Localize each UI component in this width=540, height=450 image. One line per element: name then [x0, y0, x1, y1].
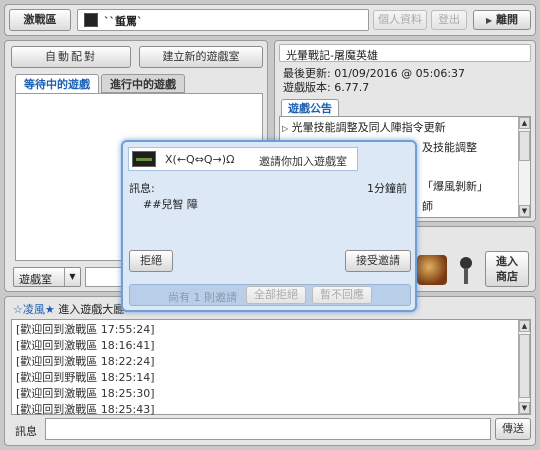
inviter-name: X(←Q⇔Q→)Ω [165, 153, 235, 166]
scroll-thumb[interactable] [519, 334, 530, 398]
room-select-label: 遊戲室 [19, 273, 52, 286]
chat-input[interactable] [45, 418, 491, 440]
scroll-thumb[interactable] [519, 131, 530, 161]
enter-shop-label-line1: 進入 [496, 255, 518, 268]
scroll-down-icon[interactable]: ▼ [519, 205, 530, 217]
reject-all-button[interactable]: 全部拒絕 [246, 286, 306, 304]
player-name-box: ``蜇罵` [77, 9, 369, 31]
notice-item-text: 師 [422, 200, 433, 213]
leave-arrow-icon: ▶ [486, 16, 493, 25]
version-value: 6.77.7 [334, 81, 370, 94]
zone-tab-label: 激戰區 [23, 13, 57, 26]
accept-invite-button[interactable]: 接受邀請 [345, 250, 411, 272]
chat-log-line: [歡迎回到激戰區 17:55:24] [16, 323, 155, 336]
last-update-value: 01/09/2016 @ 05:06:37 [334, 67, 466, 80]
scroll-up-icon[interactable]: ▲ [519, 117, 530, 129]
shop-item-box-icon[interactable] [417, 255, 447, 285]
version-label: 遊戲版本: [283, 81, 331, 94]
auto-match-button[interactable]: 自動配對 [11, 46, 131, 68]
player-name: ``蜇罵` [104, 15, 143, 28]
scroll-up-icon[interactable]: ▲ [519, 320, 530, 332]
notice-item[interactable]: 「爆風剝新」 [422, 178, 488, 194]
invite-header: X(←Q⇔Q→)Ω 邀請你加入遊戲室 [128, 147, 358, 171]
chevron-down-icon: ▼ [64, 268, 80, 286]
reject-button[interactable]: 拒絕 [129, 250, 173, 272]
chat-channel-text: 進入遊戲大廳 [58, 303, 125, 316]
send-button[interactable]: 傳送 [495, 418, 531, 440]
invite-text: 邀請你加入遊戲室 [259, 155, 347, 168]
version-row: 遊戲版本: 6.77.7 [283, 81, 369, 95]
enter-shop-label-line2: 商店 [496, 270, 518, 283]
scroll-down-icon[interactable]: ▼ [519, 402, 530, 414]
pending-invites-bar: 尚有 1 則邀請 全部拒絕 暫不回應 [129, 284, 411, 306]
zone-tab[interactable]: 激戰區 [9, 9, 71, 31]
ignore-button[interactable]: 暫不回應 [312, 286, 372, 304]
chat-log-line: [歡迎回到野戰區 18:25:14] [16, 371, 155, 384]
profile-button[interactable]: 個人資料 [373, 10, 427, 30]
notice-item-text: 及技能調整 [422, 141, 477, 154]
chat-log-line: [歡迎回到激戰區 18:25:30] [16, 387, 155, 400]
leave-button-label: 離開 [496, 13, 518, 26]
top-bar: 激戰區 ``蜇罵` 個人資料 登出 ▶ 離開 [4, 4, 536, 36]
chat-panel: ☆凌風★ 進入遊戲大廳 [歡迎回到激戰區 17:55:24] [歡迎回到激戰區 … [4, 296, 536, 446]
chat-log: [歡迎回到激戰區 17:55:24] [歡迎回到激戰區 18:16:41] [歡… [11, 319, 531, 416]
pending-invites-text: 尚有 1 則邀請 [168, 291, 237, 304]
chat-input-label: 訊息 [15, 425, 37, 438]
chat-log-line: [歡迎回到激戰區 18:25:43] [16, 403, 155, 416]
chat-channel-line: ☆凌風★ 進入遊戲大廳 [13, 301, 124, 317]
tab-running-games[interactable]: 進行中的遊戲 [101, 74, 185, 93]
enter-shop-button[interactable]: 進入 商店 [485, 251, 529, 287]
message-body: ##兒智 障 [143, 198, 198, 211]
tab-waiting-games[interactable]: 等待中的遊戲 [15, 74, 99, 94]
chat-scrollbar[interactable]: ▲ ▼ [518, 320, 530, 414]
message-label: 訊息: [129, 182, 155, 195]
last-update-label: 最後更新: [283, 67, 331, 80]
last-update-row: 最後更新: 01/09/2016 @ 05:06:37 [283, 67, 465, 81]
room-select[interactable]: 遊戲室 ▼ [13, 267, 81, 287]
chat-log-line: [歡迎回到激戰區 18:22:24] [16, 355, 155, 368]
notice-item[interactable]: 師 [422, 198, 433, 214]
chat-log-line: [歡迎回到激戰區 18:16:41] [16, 339, 155, 352]
time-ago: 1分鐘前 [367, 182, 407, 195]
invite-dialog: X(←Q⇔Q→)Ω 邀請你加入遊戲室 訊息: 1分鐘前 ##兒智 障 拒絕 接受… [121, 140, 417, 312]
leave-button[interactable]: ▶ 離開 [473, 10, 531, 30]
chat-channel-user: ☆凌風★ [13, 303, 55, 316]
game-title: 光暈戰記-屠魔英雄 [286, 49, 378, 62]
notice-item-text: 光暈技能調整及同人陣指令更新 [291, 121, 446, 134]
notice-item[interactable]: ▷ 光暈技能調整及同人陣指令更新 [282, 119, 446, 135]
create-room-button[interactable]: 建立新的遊戲室 [139, 46, 263, 68]
tab-notice[interactable]: 遊戲公告 [281, 99, 339, 117]
game-title-box: 光暈戰記-屠魔英雄 [279, 44, 531, 62]
notice-item[interactable]: 及技能調整 [422, 139, 477, 155]
logout-button[interactable]: 登出 [431, 10, 467, 30]
notice-scrollbar[interactable]: ▲ ▼ [518, 117, 530, 217]
shop-item-microphone-icon[interactable] [457, 257, 475, 285]
notice-item-text: 「爆風剝新」 [422, 180, 488, 193]
inviter-avatar-icon [132, 151, 156, 167]
player-avatar-icon [84, 13, 98, 27]
bullet-arrow-icon: ▷ [282, 124, 289, 133]
